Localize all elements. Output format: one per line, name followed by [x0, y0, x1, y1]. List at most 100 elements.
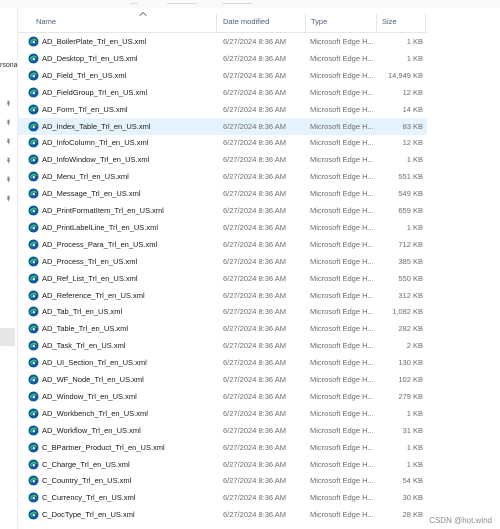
edge-file-icon: [28, 154, 39, 165]
edge-file-icon: [28, 340, 39, 351]
file-date-modified: 6/27/2024 8:36 AM: [223, 341, 286, 351]
column-divider[interactable]: [425, 14, 426, 32]
file-row[interactable]: AD_Workbench_Trl_en_US.xml 6/27/2024 8:3…: [17, 405, 427, 422]
edge-file-icon: [28, 442, 39, 453]
file-type: Microsoft Edge H...: [310, 476, 374, 486]
file-type: Microsoft Edge H...: [310, 222, 374, 232]
edge-file-icon: [28, 205, 39, 216]
file-size: 28 KB: [402, 510, 423, 520]
file-row[interactable]: AD_WF_Node_Trl_en_US.xml 6/27/2024 8:36 …: [17, 371, 427, 388]
file-name: AD_Workbench_Trl_en_US.xml: [42, 408, 148, 418]
file-name: C_Charge_Trl_en_US.xml: [42, 459, 130, 469]
file-date-modified: 6/27/2024 8:36 AM: [223, 172, 286, 182]
edge-file-icon: [28, 104, 39, 115]
file-type: Microsoft Edge H...: [310, 375, 374, 384]
file-row[interactable]: AD_Process_Para_Trl_en_US.xml 6/27/2024 …: [17, 236, 427, 253]
file-size: 54 KB: [402, 476, 423, 486]
file-row[interactable]: C_Country_Trl_en_US.xml 6/27/2024 8:36 A…: [17, 472, 427, 489]
file-row[interactable]: AD_Tab_Trl_en_US.xml 6/27/2024 8:36 AM M…: [17, 303, 427, 320]
file-row[interactable]: C_DocType_Trl_en_US.xml 6/27/2024 8:36 A…: [17, 506, 427, 523]
file-name: AD_Message_Trl_en_US.xml: [42, 189, 141, 199]
column-header-type[interactable]: Type: [311, 8, 376, 32]
column-header-date-modified[interactable]: Date modified: [223, 8, 308, 32]
file-row[interactable]: AD_InfoWindow_Trl_en_US.xml 6/27/2024 8:…: [17, 151, 427, 168]
file-date-modified: 6/27/2024 8:36 AM: [223, 138, 286, 148]
edge-file-icon: [28, 36, 39, 47]
file-type: Microsoft Edge H...: [310, 206, 374, 215]
pin-icon: [6, 176, 11, 183]
file-name: AD_Desktop_Trl_en_US.xml: [42, 53, 138, 63]
file-size: 1 KB: [406, 459, 423, 469]
file-size: 385 KB: [398, 256, 423, 266]
file-size: 12 KB: [402, 138, 423, 148]
file-type: Microsoft Edge H...: [310, 408, 374, 418]
file-row[interactable]: AD_Form_Trl_en_US.xml 6/27/2024 8:36 AM …: [17, 101, 427, 118]
file-row[interactable]: AD_Message_Trl_en_US.xml 6/27/2024 8:36 …: [17, 185, 427, 202]
column-divider[interactable]: [216, 14, 217, 32]
file-row[interactable]: AD_Menu_Trl_en_US.xml 6/27/2024 8:36 AM …: [17, 168, 427, 185]
file-type: Microsoft Edge H...: [310, 442, 374, 452]
file-row[interactable]: AD_PrintFormatItem_Trl_en_US.xml 6/27/20…: [17, 202, 427, 219]
file-row[interactable]: C_Charge_Trl_en_US.xml 6/27/2024 8:36 AM…: [17, 456, 427, 473]
column-divider[interactable]: [305, 14, 306, 32]
file-row[interactable]: AD_Desktop_Trl_en_US.xml 6/27/2024 8:36 …: [17, 50, 427, 67]
file-name: AD_BoilerPlate_Trl_en_US.xml: [42, 37, 147, 46]
file-type: Microsoft Edge H...: [310, 87, 374, 97]
file-date-modified: 6/27/2024 8:36 AM: [223, 87, 286, 97]
file-date-modified: 6/27/2024 8:36 AM: [223, 307, 286, 317]
file-size: 659 KB: [398, 206, 423, 215]
edge-file-icon: [28, 475, 39, 486]
file-date-modified: 6/27/2024 8:36 AM: [223, 155, 286, 165]
navigation-pane: rsona: [0, 8, 18, 529]
file-row[interactable]: C_BPartner_Product_Trl_en_US.xml 6/27/20…: [17, 439, 427, 456]
nav-item-label[interactable]: rsona: [0, 62, 18, 69]
file-name: C_BPartner_Product_Trl_en_US.xml: [42, 442, 165, 452]
file-type: Microsoft Edge H...: [310, 307, 374, 317]
pin-icon: [6, 195, 11, 202]
file-date-modified: 6/27/2024 8:36 AM: [223, 206, 286, 215]
file-date-modified: 6/27/2024 8:36 AM: [223, 189, 286, 199]
column-divider[interactable]: [376, 14, 377, 32]
file-type: Microsoft Edge H...: [310, 459, 374, 469]
edge-file-icon: [28, 425, 39, 436]
file-size: 2 KB: [406, 341, 423, 351]
file-name: AD_Table_Trl_en_US.xml: [42, 324, 129, 334]
nav-selected-item[interactable]: [0, 328, 15, 346]
column-header-size[interactable]: Size: [382, 8, 422, 32]
file-row[interactable]: AD_Ref_List_Trl_en_US.xml 6/27/2024 8:36…: [17, 270, 427, 287]
file-type: Microsoft Edge H...: [310, 121, 374, 131]
file-type: Microsoft Edge H...: [310, 358, 374, 368]
edge-file-icon: [28, 188, 39, 199]
file-row[interactable]: AD_Table_Trl_en_US.xml 6/27/2024 8:36 AM…: [17, 320, 427, 337]
file-row[interactable]: AD_Process_Trl_en_US.xml 6/27/2024 8:36 …: [17, 253, 427, 270]
file-name: AD_PrintFormatItem_Trl_en_US.xml: [42, 206, 164, 215]
file-row[interactable]: AD_UI_Section_Trl_en_US.xml 6/27/2024 8:…: [17, 354, 427, 371]
edge-file-icon: [28, 273, 39, 284]
file-row[interactable]: AD_FieldGroup_Trl_en_US.xml 6/27/2024 8:…: [17, 84, 427, 101]
toolbar-view-button[interactable]: [222, 0, 252, 4]
edge-file-icon: [28, 70, 39, 81]
edge-file-icon: [28, 239, 39, 250]
file-type: Microsoft Edge H...: [310, 341, 374, 351]
file-row[interactable]: AD_Task_Trl_en_US.xml 6/27/2024 8:36 AM …: [17, 337, 427, 354]
file-row[interactable]: AD_BoilerPlate_Trl_en_US.xml 6/27/2024 8…: [17, 33, 427, 50]
file-size: 312 KB: [398, 290, 423, 300]
file-row[interactable]: C_Currency_Trl_en_US.xml 6/27/2024 8:36 …: [17, 489, 427, 506]
file-date-modified: 6/27/2024 8:36 AM: [223, 53, 286, 63]
file-type: Microsoft Edge H...: [310, 138, 374, 148]
file-row[interactable]: AD_InfoColumn_Trl_en_US.xml 6/27/2024 8:…: [17, 134, 427, 151]
file-row[interactable]: AD_Reference_Trl_en_US.xml 6/27/2024 8:3…: [17, 287, 427, 304]
column-header-name[interactable]: Name: [36, 8, 216, 32]
file-name: AD_Form_Trl_en_US.xml: [42, 104, 128, 114]
file-row[interactable]: AD_Field_Trl_en_US.xml 6/27/2024 8:36 AM…: [17, 67, 427, 84]
file-row[interactable]: AD_PrintLabelLine_Trl_en_US.xml 6/27/202…: [17, 219, 427, 236]
file-date-modified: 6/27/2024 8:36 AM: [223, 324, 286, 334]
file-row[interactable]: AD_Workflow_Trl_en_US.xml 6/27/2024 8:36…: [17, 422, 427, 439]
edge-file-icon: [28, 458, 39, 470]
file-date-modified: 6/27/2024 8:36 AM: [223, 375, 286, 384]
file-row[interactable]: AD_Window_Trl_en_US.xml 6/27/2024 8:36 A…: [17, 388, 427, 405]
toolbar-sort-button[interactable]: [167, 0, 197, 4]
file-name: AD_Menu_Trl_en_US.xml: [42, 172, 129, 182]
file-date-modified: 6/27/2024 8:36 AM: [223, 476, 286, 486]
file-row[interactable]: AD_Index_Table_Trl_en_US.xml 6/27/2024 8…: [17, 117, 427, 135]
